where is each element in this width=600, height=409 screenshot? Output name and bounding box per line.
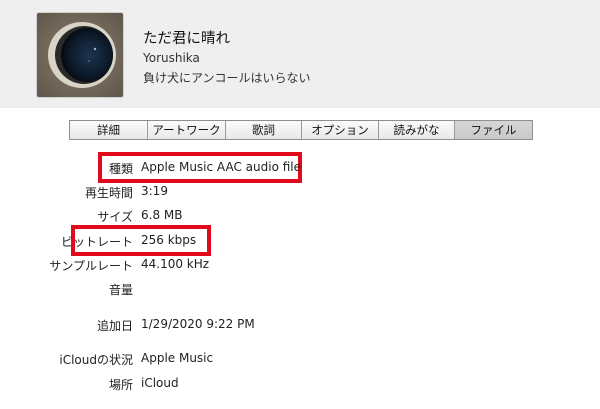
kind-value: Apple Music AAC audio file: [141, 160, 302, 174]
tab-lyrics[interactable]: 歌詞: [226, 121, 302, 139]
bitrate-value: 256 kbps: [141, 233, 197, 247]
size-value: 6.8 MB: [141, 208, 183, 222]
track-album: 負け犬にアンコールはいらない: [143, 71, 311, 85]
bitrate-label: ビットレート: [60, 235, 133, 249]
tab-sorting[interactable]: 読みがな: [379, 121, 455, 139]
location-value: iCloud: [141, 376, 179, 390]
album-artwork: [37, 13, 123, 97]
duration-value: 3:19: [141, 184, 168, 198]
sample-rate-value: 44.100 kHz: [141, 257, 210, 271]
duration-label: 再生時間: [84, 186, 133, 200]
location-label: 場所: [108, 378, 133, 392]
date-added-label: 追加日: [96, 319, 133, 333]
tab-file[interactable]: ファイル: [455, 121, 532, 139]
track-header: ただ君に晴れ Yorushika 負け犬にアンコールはいらない: [0, 0, 600, 108]
icloud-status-value: Apple Music: [141, 351, 214, 365]
tab-details[interactable]: 詳細: [70, 121, 148, 139]
sample-rate-label: サンプルレート: [49, 259, 133, 273]
size-label: サイズ: [97, 210, 133, 224]
tab-options[interactable]: オプション: [302, 121, 379, 139]
icloud-status-label: iCloudの状況: [59, 353, 133, 367]
track-artist: Yorushika: [143, 51, 200, 65]
tab-artwork[interactable]: アートワーク: [148, 121, 226, 139]
kind-label: 種類: [108, 162, 133, 176]
track-title: ただ君に晴れ: [143, 31, 230, 47]
info-tabs: 詳細 アートワーク 歌詞 オプション 読みがな ファイル: [69, 120, 533, 140]
volume-label: 音量: [108, 283, 133, 297]
date-added-value: 1/29/2020 9:22 PM: [141, 317, 255, 331]
